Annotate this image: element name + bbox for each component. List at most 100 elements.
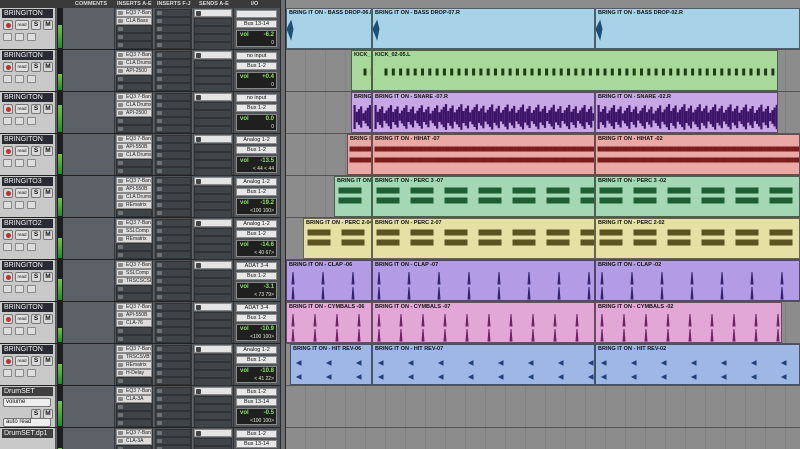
empty-insert-slot[interactable] (155, 167, 191, 175)
insert-slot[interactable]: REmatrix (116, 201, 152, 209)
audio-clip[interactable]: BRING IT ON - HIHAT -02 (595, 134, 800, 175)
send-slot[interactable] (194, 261, 232, 269)
empty-send-slot[interactable] (194, 252, 232, 260)
comments-field[interactable] (63, 386, 115, 427)
empty-send-slot[interactable] (194, 186, 232, 194)
empty-insert-slot[interactable] (155, 101, 191, 109)
insert-slot[interactable]: SSLComp (116, 227, 152, 235)
empty-send-slot[interactable] (194, 84, 232, 92)
empty-send-slot[interactable] (194, 42, 232, 50)
insert-slot[interactable]: CLA Drums (116, 101, 152, 109)
comments-field[interactable] (63, 8, 115, 49)
audio-clip[interactable]: BRING IT ON - SNARE -02.R (595, 92, 778, 133)
empty-send-slot[interactable] (194, 68, 232, 76)
empty-insert-slot[interactable] (155, 83, 191, 91)
empty-insert-slot[interactable] (155, 219, 191, 227)
empty-send-slot[interactable] (194, 294, 232, 302)
empty-send-slot[interactable] (194, 168, 232, 176)
empty-send-slot[interactable] (194, 26, 232, 34)
audio-clip[interactable]: KICK_ (351, 50, 372, 91)
empty-insert-slot[interactable] (116, 411, 152, 419)
empty-send-slot[interactable] (194, 354, 232, 362)
empty-insert-slot[interactable] (116, 83, 152, 91)
empty-send-slot[interactable] (194, 270, 232, 278)
send-slot[interactable] (194, 345, 232, 353)
volume-pan-display[interactable]: vol -10.8 < 41 22> (236, 366, 277, 383)
empty-insert-slot[interactable] (116, 117, 152, 125)
audio-clip[interactable]: BRING IT ON - BASS DROP-06.l (286, 8, 372, 49)
input-monitor-icon[interactable] (3, 369, 12, 377)
send-slot[interactable] (194, 93, 232, 101)
empty-insert-slot[interactable] (155, 377, 191, 385)
record-enable-button[interactable] (3, 230, 13, 240)
audio-clip[interactable]: BRING IT ON - CYMBALS -06 (286, 302, 372, 343)
empty-insert-slot[interactable] (116, 243, 152, 251)
track-name[interactable]: BRINGITON (2, 261, 53, 270)
empty-insert-slot[interactable] (155, 59, 191, 67)
insert-slot[interactable]: EQ3 7-Band (116, 93, 152, 101)
automation-mode-button[interactable]: read (15, 104, 29, 114)
empty-insert-slot[interactable] (155, 41, 191, 49)
input-selector[interactable]: no input (236, 52, 277, 60)
insert-slot[interactable]: TRSCSVBT3 (116, 353, 152, 361)
volume-pan-display[interactable]: vol -0.5 <100 100> (236, 408, 277, 425)
waveform-view-icon[interactable] (15, 369, 24, 377)
insert-slot[interactable]: CLA-3A (116, 437, 152, 445)
empty-insert-slot[interactable] (116, 403, 152, 411)
insert-slot[interactable]: TRSCSCSR (116, 277, 152, 285)
audio-clip[interactable]: BRING IT ON - SNARE -07.R (372, 92, 595, 133)
mute-button[interactable]: M (43, 314, 53, 324)
empty-send-slot[interactable] (194, 126, 232, 134)
mute-button[interactable]: M (43, 230, 53, 240)
audio-clip[interactable]: BRING IT ON - CLAP -06 (286, 260, 372, 301)
solo-button[interactable]: S (31, 62, 41, 72)
playlist-icon[interactable] (27, 243, 36, 251)
send-slot[interactable] (194, 219, 232, 227)
empty-insert-slot[interactable] (155, 361, 191, 369)
track-name[interactable]: BRINGITON (2, 345, 53, 354)
track-name[interactable]: DrumSET (2, 387, 53, 396)
empty-insert-slot[interactable] (116, 125, 152, 133)
mute-button[interactable]: M (43, 20, 53, 30)
track-name[interactable]: BRINGITO3 (2, 177, 53, 186)
insert-slot[interactable]: CLA Drums (116, 59, 152, 67)
empty-send-slot[interactable] (194, 228, 232, 236)
empty-send-slot[interactable] (194, 312, 232, 320)
empty-send-slot[interactable] (194, 210, 232, 218)
record-enable-button[interactable] (3, 104, 13, 114)
playlist-icon[interactable] (27, 117, 36, 125)
comments-field[interactable] (63, 134, 115, 175)
empty-insert-slot[interactable] (155, 319, 191, 327)
playlist-icon[interactable] (27, 75, 36, 83)
empty-insert-slot[interactable] (155, 151, 191, 159)
send-slot[interactable] (194, 9, 232, 17)
empty-insert-slot[interactable] (155, 277, 191, 285)
input-selector[interactable]: Analog 1-2 (236, 136, 277, 144)
empty-insert-slot[interactable] (155, 327, 191, 335)
record-enable-button[interactable] (3, 356, 13, 366)
empty-insert-slot[interactable] (155, 193, 191, 201)
input-selector[interactable]: ADAT 3-4 (236, 262, 277, 270)
empty-send-slot[interactable] (194, 396, 232, 404)
insert-slot[interactable]: SSLComp (116, 269, 152, 277)
automation-mode-button[interactable]: read (15, 272, 29, 282)
automation-mode-button[interactable]: read (15, 62, 29, 72)
empty-send-slot[interactable] (194, 378, 232, 386)
insert-slot[interactable]: API-2500 (116, 67, 152, 75)
empty-insert-slot[interactable] (116, 251, 152, 259)
solo-button[interactable]: S (31, 146, 41, 156)
audio-clip[interactable]: BRING IT ON - PERC 2-04 (303, 218, 372, 259)
empty-insert-slot[interactable] (116, 41, 152, 49)
audio-clip[interactable]: BRING IT ON - BASS DROP-07.R (372, 8, 595, 49)
automation-mode-selector[interactable]: auto read (3, 418, 51, 427)
empty-insert-slot[interactable] (155, 67, 191, 75)
empty-send-slot[interactable] (194, 160, 232, 168)
empty-insert-slot[interactable] (155, 261, 191, 269)
empty-insert-slot[interactable] (116, 377, 152, 385)
audio-clip[interactable]: BRING IT ON - HIT REV-06 (290, 344, 372, 385)
waveform-view-icon[interactable] (15, 117, 24, 125)
solo-button[interactable]: S (31, 104, 41, 114)
comments-field[interactable] (63, 428, 115, 449)
empty-insert-slot[interactable] (155, 285, 191, 293)
output-selector[interactable]: Bus 1-2 (236, 188, 277, 196)
